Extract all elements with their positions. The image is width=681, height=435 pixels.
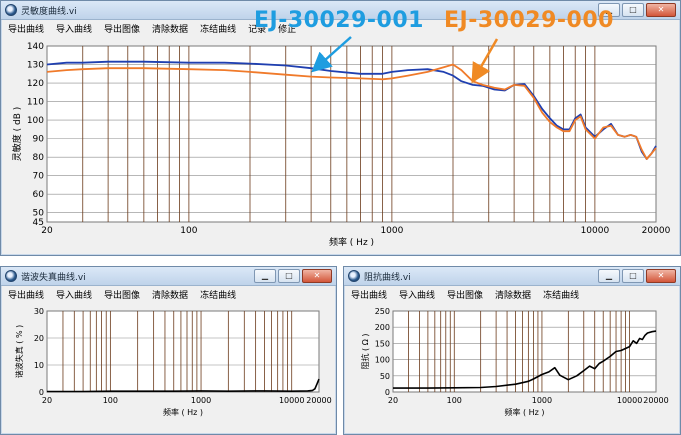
y-tick-label: 10 [34,361,44,370]
y-tick-label: 50 [33,209,45,219]
x-tick-label: 1000 [532,396,552,405]
y-tick-label: 200 [375,323,390,332]
x-tick-label: 10000 [617,396,642,405]
sensitivity-window: 灵敏度曲线.vi ▁ □ ✕ 导出曲线 导入曲线 导出图像 清除数据 冻结曲线 … [0,0,681,256]
y-axis-label: 阻抗 ( Ω ) [360,334,370,370]
x-tick-label: 20 [388,396,398,405]
x-tick-label: 10000 [279,396,304,405]
x-tick-label: 20000 [306,396,331,405]
y-tick-label: 100 [375,356,390,365]
y-tick-label: 130 [27,61,44,71]
x-tick-label: 100 [103,396,118,405]
y-tick-label: 120 [27,79,44,89]
y-tick-label: 140 [27,42,44,52]
thd-window: 谐波失真曲线.vi ▁ □ ✕ 导出曲线 导入曲线 导出图像 清除数据 冻结曲线… [0,266,337,435]
y-tick-label: 80 [33,153,45,163]
x-tick-label: 20000 [642,226,671,236]
y-tick-label: 100 [27,116,44,126]
thd-chart: 010203020 100 1000 10000 20000频率 ( Hz )谐波失真 … [14,307,332,417]
x-tick-label: 10000 [581,226,610,236]
y-tick-label: 110 [27,98,44,108]
y-tick-label: 50 [380,372,390,381]
annotation-label-blue: EJ-30029-001 [254,8,424,33]
x-tick-label: 20 [41,226,53,236]
y-tick-label: 60 [33,190,45,200]
x-tick-label: 20 [42,396,52,405]
x-axis-label: 频率 ( Hz ) [163,407,203,417]
x-axis-label: 频率 ( Hz ) [329,236,374,248]
y-tick-label: 90 [33,135,45,145]
impedance-chart: 05010015020025020 100 1000 10000 20000频率 ( H… [360,307,669,417]
impedance-window: 阻抗曲线.vi ▁ □ ✕ 导出曲线 导入曲线 导出图像 清除数据 冻结曲线 0… [343,266,681,435]
y-tick-label: 30 [34,307,44,316]
x-axis-label: 频率 ( Hz ) [504,407,544,417]
x-tick-label: 100 [447,396,462,405]
annotation-label-orange: EJ-30029-000 [444,8,614,33]
y-tick-label: 150 [375,339,390,348]
y-tick-label: 250 [375,307,390,316]
x-tick-label: 20000 [643,396,668,405]
y-tick-label: 70 [33,172,45,182]
y-tick-label: 20 [34,334,44,343]
x-tick-label: 1000 [191,396,211,405]
plot-area [46,310,320,393]
sensitivity-chart: 45506070809010011012013014020 100 1000 1000… [11,42,671,248]
x-tick-label: 1000 [380,226,403,236]
y-axis-label: 灵敏度 ( dB ) [11,107,23,162]
y-axis-label: 谐波失真 ( % ) [14,325,24,378]
x-tick-label: 100 [180,226,197,236]
